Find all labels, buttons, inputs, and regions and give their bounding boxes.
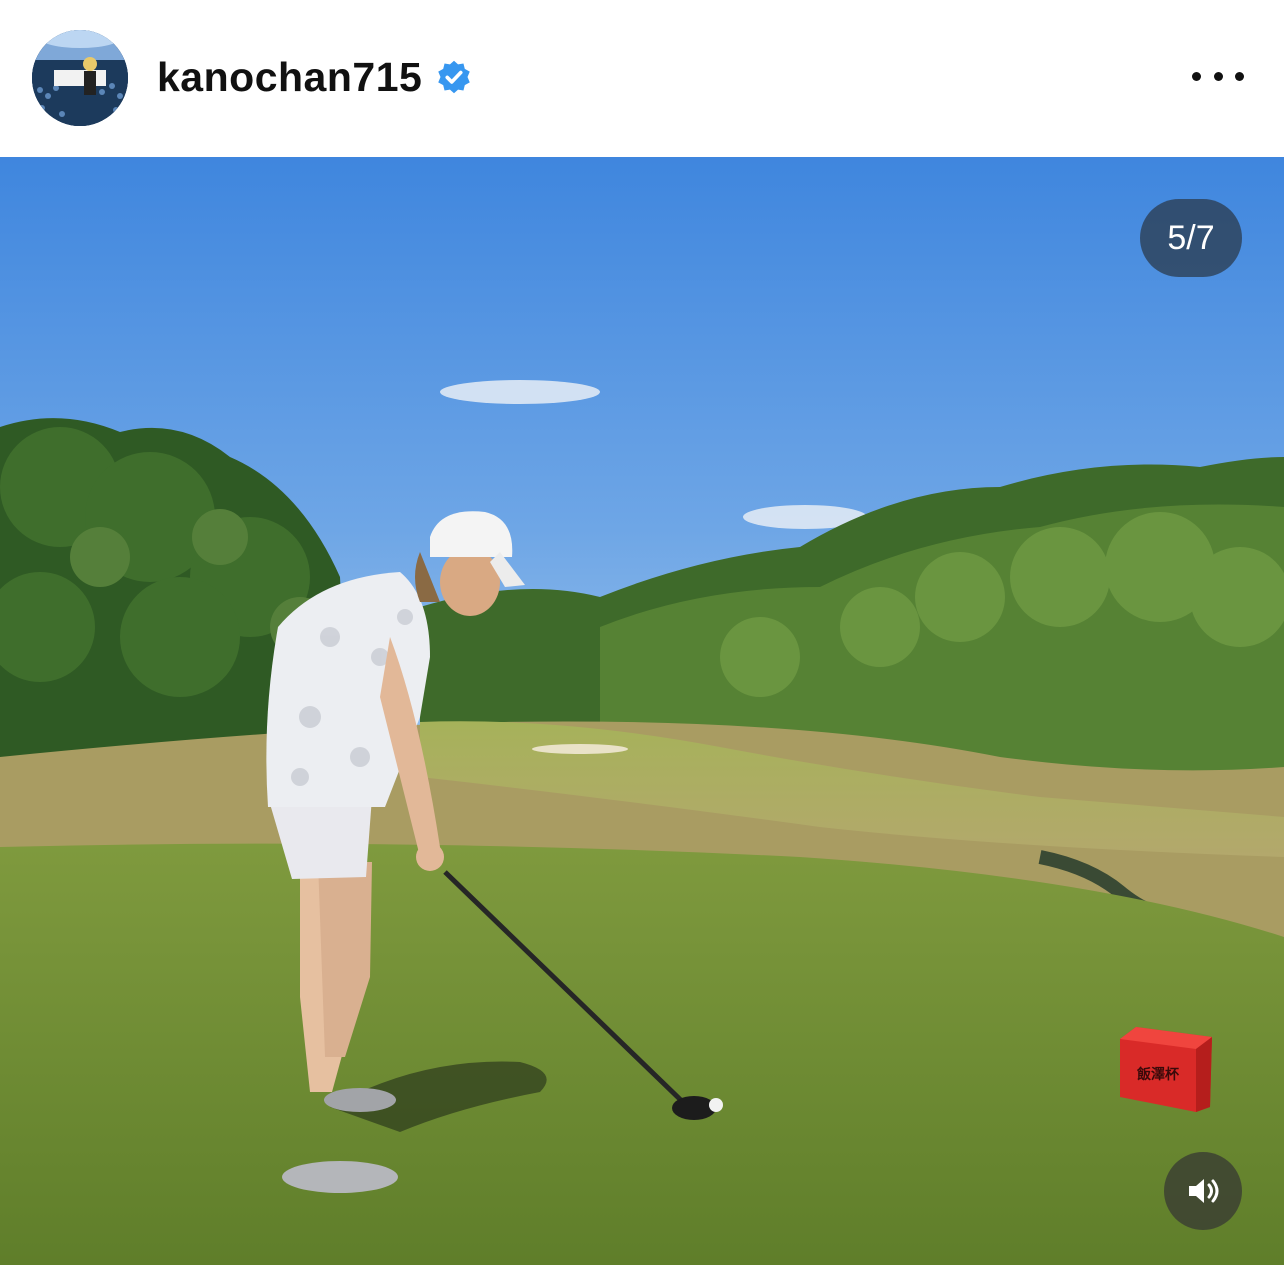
avatar[interactable] — [32, 30, 128, 126]
post-header: kanochan715 — [0, 0, 1284, 157]
tee-marker-label: 飯澤杯 — [1136, 1066, 1180, 1083]
golf-ball — [709, 1098, 723, 1112]
tee-marker: 飯澤杯 — [1120, 1027, 1212, 1112]
tee-ground — [0, 843, 1284, 1265]
more-options-button[interactable] — [1192, 56, 1244, 96]
avatar-image — [32, 30, 128, 126]
sound-toggle-button[interactable] — [1164, 1152, 1242, 1230]
instagram-post: kanochan715 飯澤杯 5/7 — [0, 0, 1284, 1265]
post-media[interactable]: 飯澤杯 — [0, 157, 1284, 1265]
slide-counter: 5/7 — [1140, 199, 1242, 277]
more-horizontal-icon — [1192, 71, 1201, 81]
username-row: kanochan715 — [157, 52, 472, 102]
username[interactable]: kanochan715 — [157, 54, 422, 101]
speaker-icon — [1189, 1179, 1219, 1203]
verified-badge-icon — [438, 60, 471, 94]
golf-photo: 飯澤杯 — [0, 157, 1284, 1265]
